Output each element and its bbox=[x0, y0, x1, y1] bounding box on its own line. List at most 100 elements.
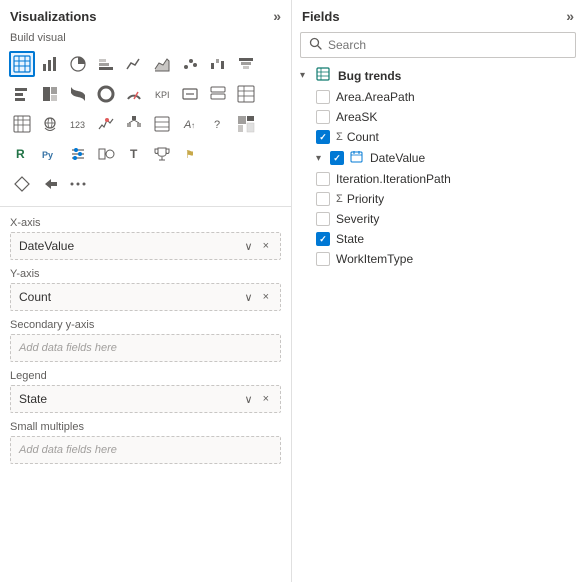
y-axis-group: Y-axis Count ∨ × bbox=[10, 268, 281, 311]
visualizations-expand-icon[interactable]: » bbox=[273, 8, 281, 24]
iteration-path-label: Iteration.IterationPath bbox=[336, 172, 451, 186]
priority-label: Priority bbox=[347, 192, 384, 206]
severity-label: Severity bbox=[336, 212, 379, 226]
visualizations-panel: Visualizations » Build visual bbox=[0, 0, 292, 582]
vis-icon-donut[interactable] bbox=[93, 81, 119, 107]
date-value-checkbox[interactable] bbox=[330, 151, 344, 165]
vis-icon-waterfall[interactable] bbox=[205, 51, 231, 77]
state-label: State bbox=[336, 232, 364, 246]
list-item[interactable]: Σ Count bbox=[296, 127, 580, 147]
vis-icon-decomp2[interactable] bbox=[233, 111, 259, 137]
date-value-calendar-icon bbox=[350, 150, 363, 166]
svg-text:T: T bbox=[130, 147, 138, 161]
vis-icon-custom[interactable]: ⚑ bbox=[177, 141, 203, 167]
search-box[interactable] bbox=[300, 32, 576, 58]
vis-icon-funnel[interactable] bbox=[233, 51, 259, 77]
list-item[interactable]: Iteration.IterationPath bbox=[296, 169, 580, 189]
search-input[interactable] bbox=[328, 38, 567, 52]
vis-icon-stacked-bar[interactable] bbox=[93, 51, 119, 77]
visualizations-header: Visualizations » bbox=[0, 0, 291, 28]
vis-icon-decomp[interactable] bbox=[121, 111, 147, 137]
vis-icon-pie[interactable] bbox=[65, 51, 91, 77]
vis-icon-card[interactable] bbox=[177, 81, 203, 107]
list-item[interactable]: AreaSK bbox=[296, 107, 580, 127]
bug-trends-icon bbox=[316, 67, 330, 84]
vis-icon-py[interactable]: Py bbox=[37, 141, 63, 167]
x-axis-drop[interactable]: DateValue ∨ × bbox=[10, 232, 281, 260]
vis-icon-ribbon[interactable] bbox=[65, 81, 91, 107]
vis-icon-qna[interactable]: ? bbox=[205, 111, 231, 137]
count-checkbox[interactable] bbox=[316, 130, 330, 144]
vis-icon-diamond[interactable] bbox=[9, 171, 35, 197]
vis-icon-hbar[interactable] bbox=[9, 81, 35, 107]
vis-icon-matrix[interactable] bbox=[9, 111, 35, 137]
area-path-checkbox[interactable] bbox=[316, 90, 330, 104]
secondary-y-axis-drop[interactable]: Add data fields here bbox=[10, 334, 281, 362]
severity-checkbox[interactable] bbox=[316, 212, 330, 226]
vis-icon-line[interactable] bbox=[121, 51, 147, 77]
list-item[interactable]: Severity bbox=[296, 209, 580, 229]
legend-close[interactable]: × bbox=[260, 392, 272, 406]
vis-icon-multirow-card[interactable] bbox=[205, 81, 231, 107]
y-axis-drop[interactable]: Count ∨ × bbox=[10, 283, 281, 311]
vis-icon-gauge[interactable] bbox=[121, 81, 147, 107]
vis-icon-trophy[interactable] bbox=[149, 141, 175, 167]
vis-icon-table[interactable] bbox=[9, 51, 35, 77]
vis-icon-table2[interactable] bbox=[233, 81, 259, 107]
visualization-icons-grid: KPI bbox=[0, 48, 291, 202]
list-item[interactable]: WorkItemType bbox=[296, 249, 580, 269]
bug-trends-label: Bug trends bbox=[338, 69, 401, 83]
vis-icon-anomaly[interactable] bbox=[93, 111, 119, 137]
bug-trends-header[interactable]: ▾ Bug trends bbox=[296, 64, 580, 87]
vis-icon-r[interactable]: R bbox=[9, 141, 35, 167]
list-item[interactable]: ▾ DateValue bbox=[296, 147, 580, 169]
priority-checkbox[interactable] bbox=[316, 192, 330, 206]
vis-icon-area-chart[interactable] bbox=[149, 51, 175, 77]
legend-drop[interactable]: State ∨ × bbox=[10, 385, 281, 413]
vis-icon-kpi[interactable]: KPI bbox=[149, 81, 175, 107]
count-sigma-icon: Σ bbox=[336, 131, 343, 143]
work-item-type-checkbox[interactable] bbox=[316, 252, 330, 266]
secondary-y-axis-group: Secondary y-axis Add data fields here bbox=[10, 319, 281, 362]
fields-expand-icon[interactable]: » bbox=[566, 8, 574, 24]
vis-icon-table3[interactable] bbox=[149, 111, 175, 137]
list-item[interactable]: State bbox=[296, 229, 580, 249]
vis-icon-bar[interactable] bbox=[37, 51, 63, 77]
list-item[interactable]: Area.AreaPath bbox=[296, 87, 580, 107]
y-axis-label: Y-axis bbox=[10, 268, 281, 280]
icon-row-5 bbox=[8, 170, 283, 198]
legend-label: Legend bbox=[10, 370, 281, 382]
svg-text:Py: Py bbox=[42, 150, 53, 160]
count-label: Count bbox=[347, 130, 379, 144]
svg-text:123: 123 bbox=[70, 120, 85, 130]
iteration-path-checkbox[interactable] bbox=[316, 172, 330, 186]
vis-icon-more[interactable] bbox=[65, 171, 91, 197]
vis-icon-treemap[interactable] bbox=[37, 81, 63, 107]
vis-icon-scatter[interactable] bbox=[177, 51, 203, 77]
vis-icon-slicer[interactable] bbox=[65, 141, 91, 167]
work-item-type-label: WorkItemType bbox=[336, 252, 413, 266]
small-multiples-group: Small multiples Add data fields here bbox=[10, 421, 281, 464]
area-sk-checkbox[interactable] bbox=[316, 110, 330, 124]
x-axis-close[interactable]: × bbox=[260, 239, 272, 253]
area-path-label: Area.AreaPath bbox=[336, 90, 415, 104]
legend-chevron[interactable]: ∨ bbox=[242, 392, 256, 407]
x-axis-chevron[interactable]: ∨ bbox=[242, 239, 256, 254]
small-multiples-drop[interactable]: Add data fields here bbox=[10, 436, 281, 464]
x-axis-group: X-axis DateValue ∨ × bbox=[10, 217, 281, 260]
vis-icon-arrow[interactable] bbox=[37, 171, 63, 197]
state-checkbox[interactable] bbox=[316, 232, 330, 246]
vis-icon-123[interactable]: 123 bbox=[65, 111, 91, 137]
fields-header: Fields » bbox=[292, 0, 584, 28]
vis-icon-shape[interactable] bbox=[93, 141, 119, 167]
legend-value: State bbox=[19, 392, 242, 406]
date-value-chevron: ▾ bbox=[316, 153, 328, 164]
y-axis-chevron[interactable]: ∨ bbox=[242, 290, 256, 305]
vis-icon-smart-narrative[interactable]: A ↑ bbox=[177, 111, 203, 137]
vis-icon-map[interactable] bbox=[37, 111, 63, 137]
area-sk-label: AreaSK bbox=[336, 110, 377, 124]
list-item[interactable]: Σ Priority bbox=[296, 189, 580, 209]
icon-row-1 bbox=[8, 50, 283, 78]
y-axis-close[interactable]: × bbox=[260, 290, 272, 304]
vis-icon-text[interactable]: T bbox=[121, 141, 147, 167]
